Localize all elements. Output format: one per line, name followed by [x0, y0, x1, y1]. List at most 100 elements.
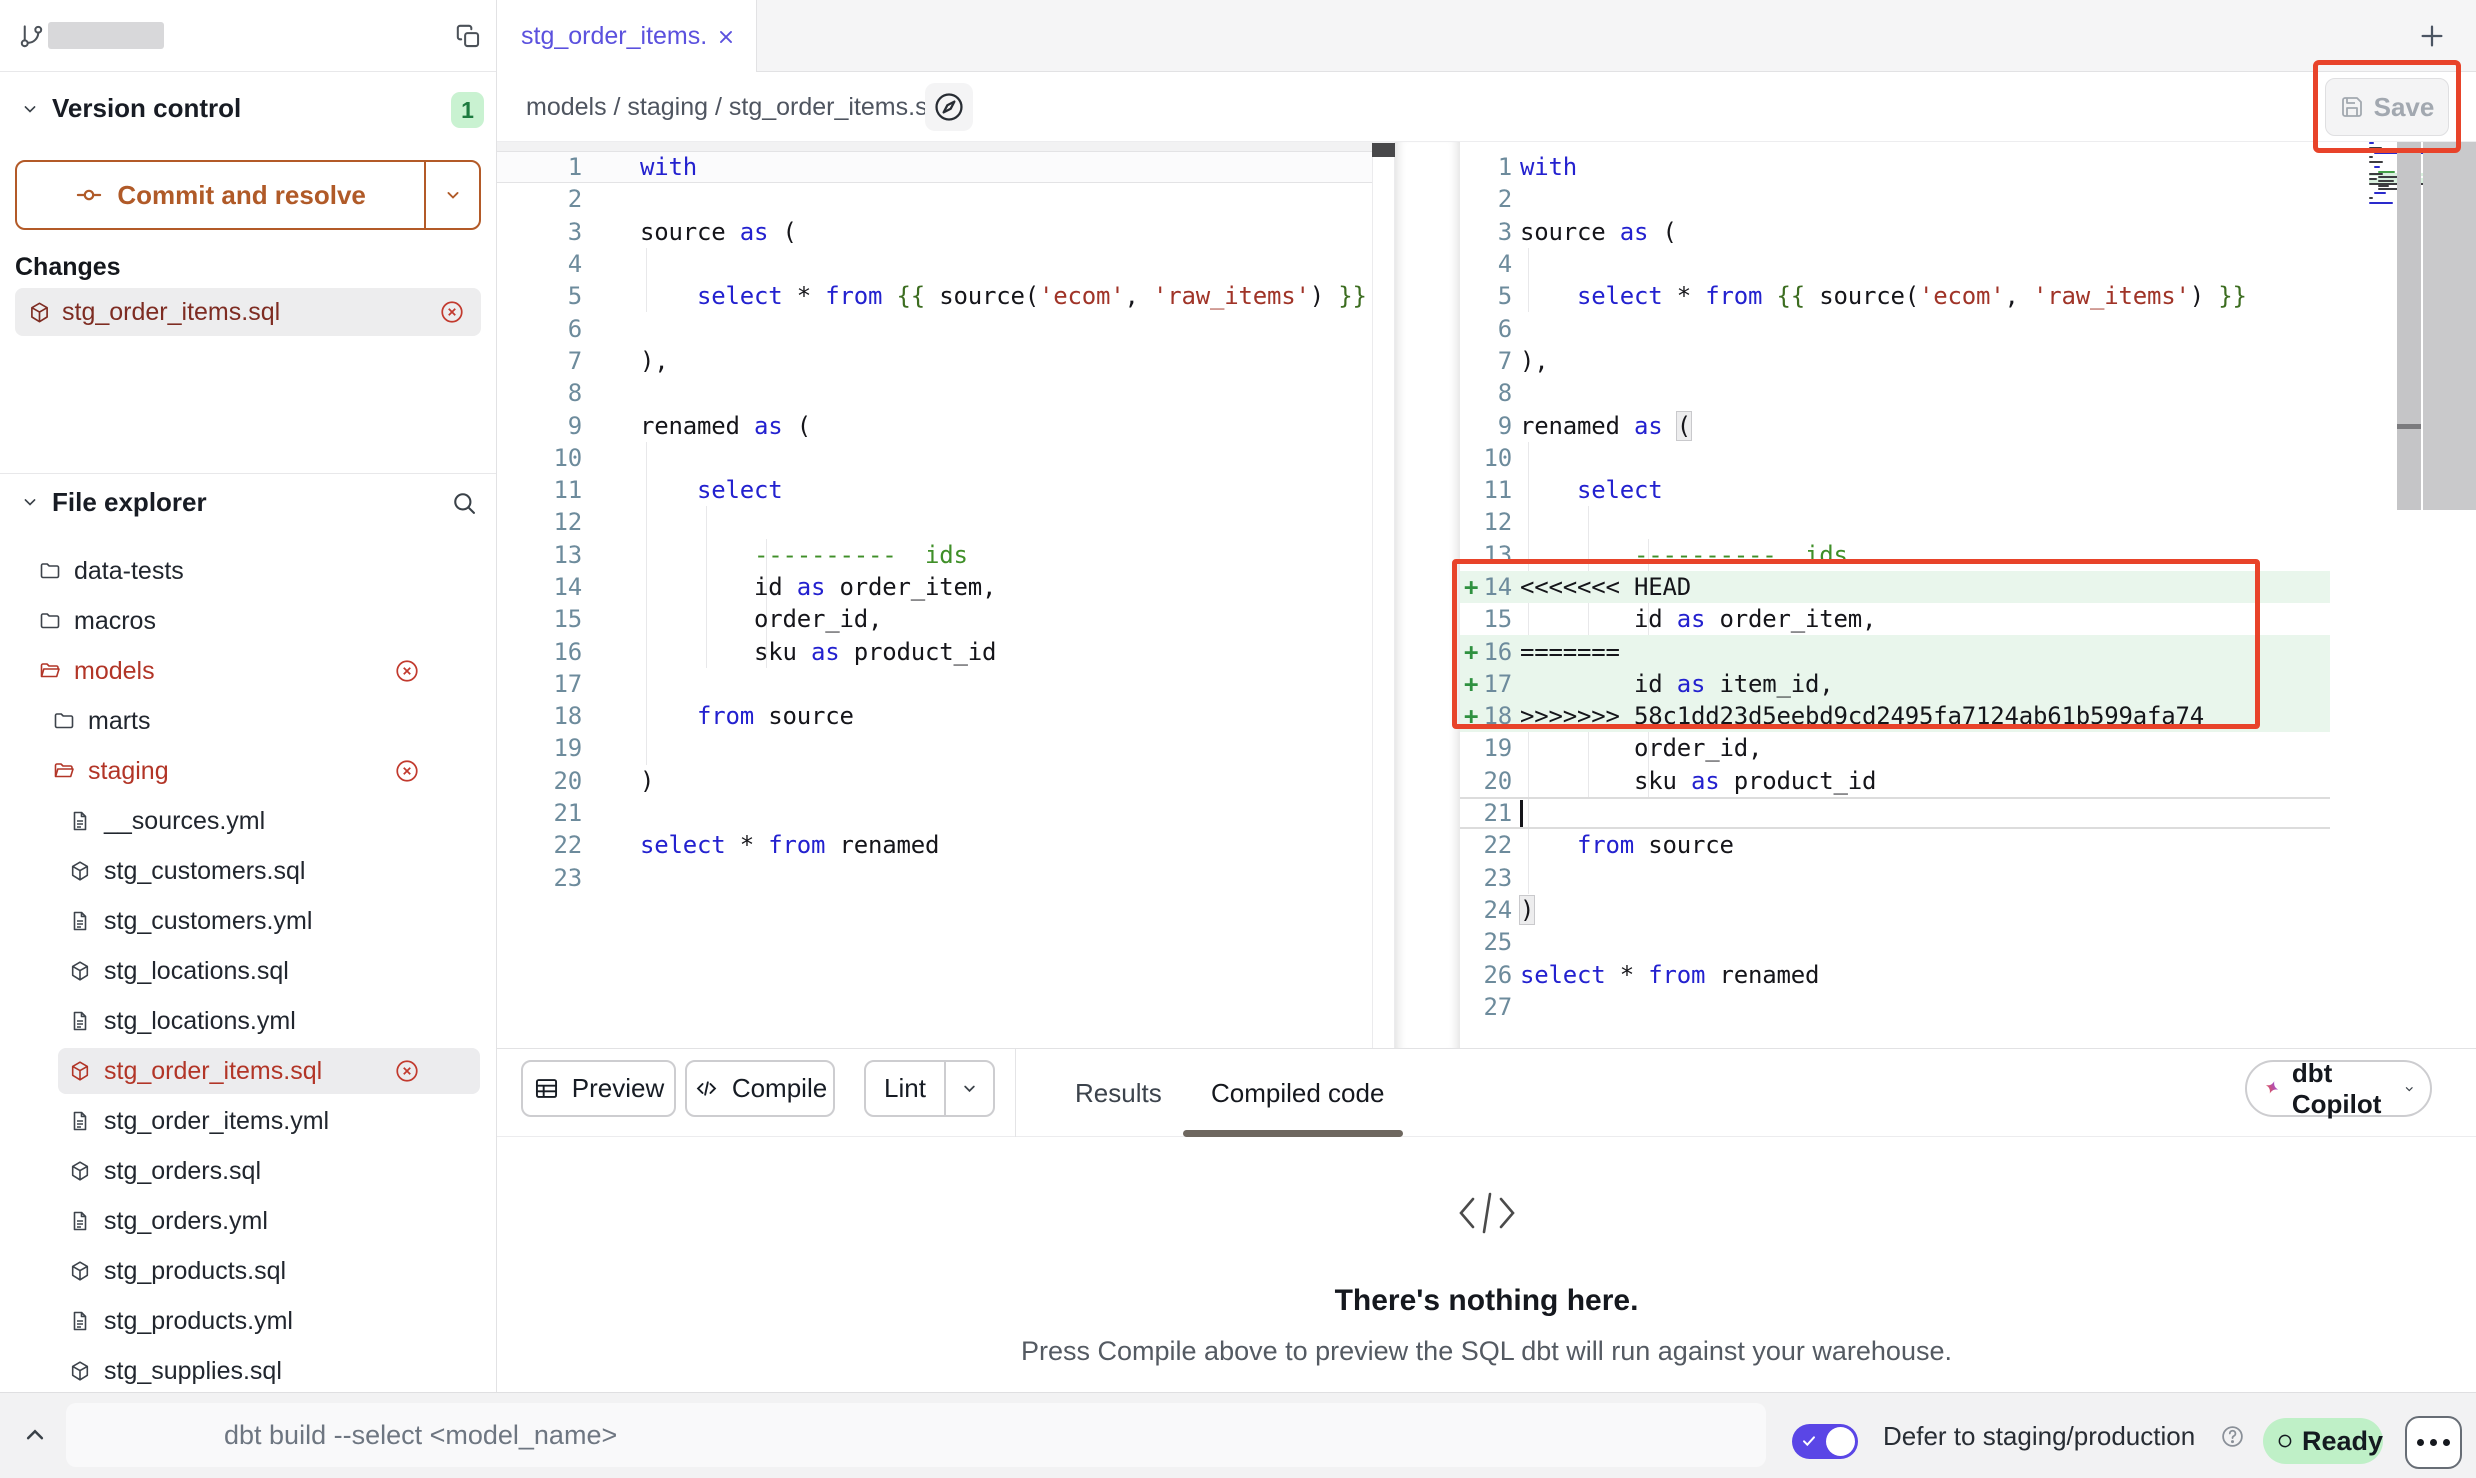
- code-line-20[interactable]: 20): [497, 765, 1372, 797]
- code-line-23[interactable]: 23: [497, 862, 1372, 894]
- more-options-button[interactable]: [2405, 1416, 2462, 1469]
- code-line-13[interactable]: 13 ---------- ids: [497, 539, 1372, 571]
- copy-icon[interactable]: [455, 23, 482, 50]
- commit-options-dropdown[interactable]: [424, 162, 479, 228]
- code-line-3[interactable]: 3source as (: [1460, 216, 2330, 248]
- code-line-12[interactable]: 12: [497, 506, 1372, 538]
- code-line-25[interactable]: 25: [1460, 926, 2330, 958]
- code-line-18[interactable]: +18>>>>>>> 58c1dd23d5eebd9cd2495fa7124ab…: [1460, 700, 2330, 732]
- tab-stg-order-items[interactable]: stg_order_items.sql (last c...: [497, 0, 757, 73]
- changed-file-row[interactable]: stg_order_items.sql: [15, 288, 481, 336]
- code-line-14[interactable]: +14<<<<<<< HEAD: [1460, 571, 2330, 603]
- code-line-26[interactable]: 26select * from renamed: [1460, 958, 2330, 990]
- code-line-2[interactable]: 2: [497, 183, 1372, 215]
- lint-options-dropdown[interactable]: [944, 1062, 993, 1115]
- code-line-22[interactable]: 22select * from renamed: [497, 829, 1372, 861]
- code-line-7[interactable]: 7),: [1460, 345, 2330, 377]
- code-line-10[interactable]: 10: [497, 442, 1372, 474]
- defer-toggle[interactable]: [1792, 1424, 1858, 1459]
- editor-pane-original[interactable]: 1with23source as (45 select * from {{ so…: [497, 151, 1372, 894]
- save-button[interactable]: Save: [2325, 78, 2449, 136]
- code-line-6[interactable]: 6: [1460, 312, 2330, 344]
- file-item-marts[interactable]: marts: [0, 696, 496, 746]
- dbt-copilot-button[interactable]: dbt Copilot: [2245, 1060, 2432, 1117]
- file-item-stg_products.sql[interactable]: stg_products.sql: [0, 1246, 496, 1296]
- code-line-21[interactable]: 21: [497, 797, 1372, 829]
- conflict-x-circle-icon[interactable]: [394, 658, 420, 684]
- code-line-14[interactable]: 14 id as order_item,: [497, 571, 1372, 603]
- tab-results[interactable]: Results: [1075, 1049, 1162, 1137]
- file-item-stg_orders.yml[interactable]: stg_orders.yml: [0, 1196, 496, 1246]
- compile-button[interactable]: Compile: [685, 1060, 835, 1117]
- preview-button[interactable]: Preview: [521, 1060, 676, 1117]
- close-icon[interactable]: [715, 26, 737, 48]
- lint-button[interactable]: Lint: [864, 1060, 995, 1117]
- chevron-down-icon[interactable]: [20, 99, 40, 119]
- code-line-6[interactable]: 6: [497, 312, 1372, 344]
- code-line-21[interactable]: 21: [1460, 797, 2330, 829]
- chevron-down-icon[interactable]: [20, 492, 40, 512]
- file-item-stg_products.yml[interactable]: stg_products.yml: [0, 1296, 496, 1346]
- editor-pane-current[interactable]: 1with23source as (45 select * from {{ so…: [1460, 151, 2330, 1023]
- file-item-stg_supplies.sql[interactable]: stg_supplies.sql: [0, 1346, 496, 1396]
- code-line-10[interactable]: 10: [1460, 442, 2330, 474]
- file-item-stg_orders.sql[interactable]: stg_orders.sql: [0, 1146, 496, 1196]
- file-item-stg_locations.sql[interactable]: stg_locations.sql: [0, 946, 496, 996]
- lineage-compass-button[interactable]: [925, 83, 973, 131]
- code-line-22[interactable]: 22 from source: [1460, 829, 2330, 861]
- code-line-5[interactable]: 5 select * from {{ source('ecom', 'raw_i…: [1460, 280, 2330, 312]
- code-line-13[interactable]: 13 ---------- ids: [1460, 539, 2330, 571]
- file-item-stg_customers.sql[interactable]: stg_customers.sql: [0, 846, 496, 896]
- code-line-1[interactable]: 1with: [497, 151, 1372, 183]
- file-item-stg_order_items.yml[interactable]: stg_order_items.yml: [0, 1096, 496, 1146]
- code-line-15[interactable]: 15 order_id,: [497, 603, 1372, 635]
- code-line-8[interactable]: 8: [1460, 377, 2330, 409]
- tab-compiled-code[interactable]: Compiled code: [1211, 1049, 1384, 1137]
- search-icon[interactable]: [450, 489, 478, 517]
- file-item-__sources.yml[interactable]: __sources.yml: [0, 796, 496, 846]
- command-input[interactable]: dbt build --select <model_name>: [66, 1403, 1766, 1467]
- minimap-slider[interactable]: [2397, 142, 2421, 510]
- code-line-17[interactable]: 17: [497, 668, 1372, 700]
- code-line-9[interactable]: 9renamed as (: [1460, 409, 2330, 441]
- code-line-16[interactable]: 16 sku as product_id: [497, 635, 1372, 667]
- code-line-9[interactable]: 9renamed as (: [497, 409, 1372, 441]
- code-line-27[interactable]: 27: [1460, 991, 2330, 1023]
- code-line-24[interactable]: 24): [1460, 894, 2330, 926]
- left-pane-scrollbar-thumb[interactable]: [1372, 143, 1395, 157]
- code-line-20[interactable]: 20 sku as product_id: [1460, 765, 2330, 797]
- pane-divider[interactable]: [1395, 142, 1460, 1049]
- file-item-staging[interactable]: staging: [0, 746, 496, 796]
- help-icon[interactable]: [2220, 1424, 2245, 1449]
- conflict-x-circle-icon[interactable]: [439, 299, 465, 325]
- conflict-x-circle-icon[interactable]: [394, 758, 420, 784]
- file-item-data-tests[interactable]: data-tests: [0, 546, 496, 596]
- chevron-up-icon[interactable]: [20, 1420, 50, 1450]
- code-line-4[interactable]: 4: [1460, 248, 2330, 280]
- new-tab-plus-icon[interactable]: [2417, 21, 2447, 51]
- code-line-5[interactable]: 5 select * from {{ source('ecom', 'raw_i…: [497, 280, 1372, 312]
- editor-scrollbar-thumb[interactable]: [2423, 142, 2476, 510]
- file-item-models[interactable]: models: [0, 646, 496, 696]
- code-line-16[interactable]: +16=======: [1460, 635, 2330, 667]
- code-line-2[interactable]: 2: [1460, 183, 2330, 215]
- file-item-macros[interactable]: macros: [0, 596, 496, 646]
- code-line-15[interactable]: 15 id as order_item,: [1460, 603, 2330, 635]
- code-line-11[interactable]: 11 select: [1460, 474, 2330, 506]
- code-line-12[interactable]: 12: [1460, 506, 2330, 538]
- commit-and-resolve-button[interactable]: Commit and resolve: [15, 160, 481, 230]
- code-line-11[interactable]: 11 select: [497, 474, 1372, 506]
- code-line-23[interactable]: 23: [1460, 862, 2330, 894]
- code-line-19[interactable]: 19: [497, 732, 1372, 764]
- code-line-4[interactable]: 4: [497, 248, 1372, 280]
- code-line-8[interactable]: 8: [497, 377, 1372, 409]
- code-line-7[interactable]: 7),: [497, 345, 1372, 377]
- code-line-19[interactable]: 19 order_id,: [1460, 732, 2330, 764]
- left-pane-scrollbar[interactable]: [1372, 142, 1395, 1049]
- code-line-1[interactable]: 1with: [1460, 151, 2330, 183]
- file-item-stg_order_items.sql[interactable]: stg_order_items.sql: [0, 1046, 496, 1096]
- code-line-17[interactable]: +17 id as item_id,: [1460, 668, 2330, 700]
- code-line-18[interactable]: 18 from source: [497, 700, 1372, 732]
- file-item-stg_customers.yml[interactable]: stg_customers.yml: [0, 896, 496, 946]
- conflict-x-circle-icon[interactable]: [394, 1058, 420, 1084]
